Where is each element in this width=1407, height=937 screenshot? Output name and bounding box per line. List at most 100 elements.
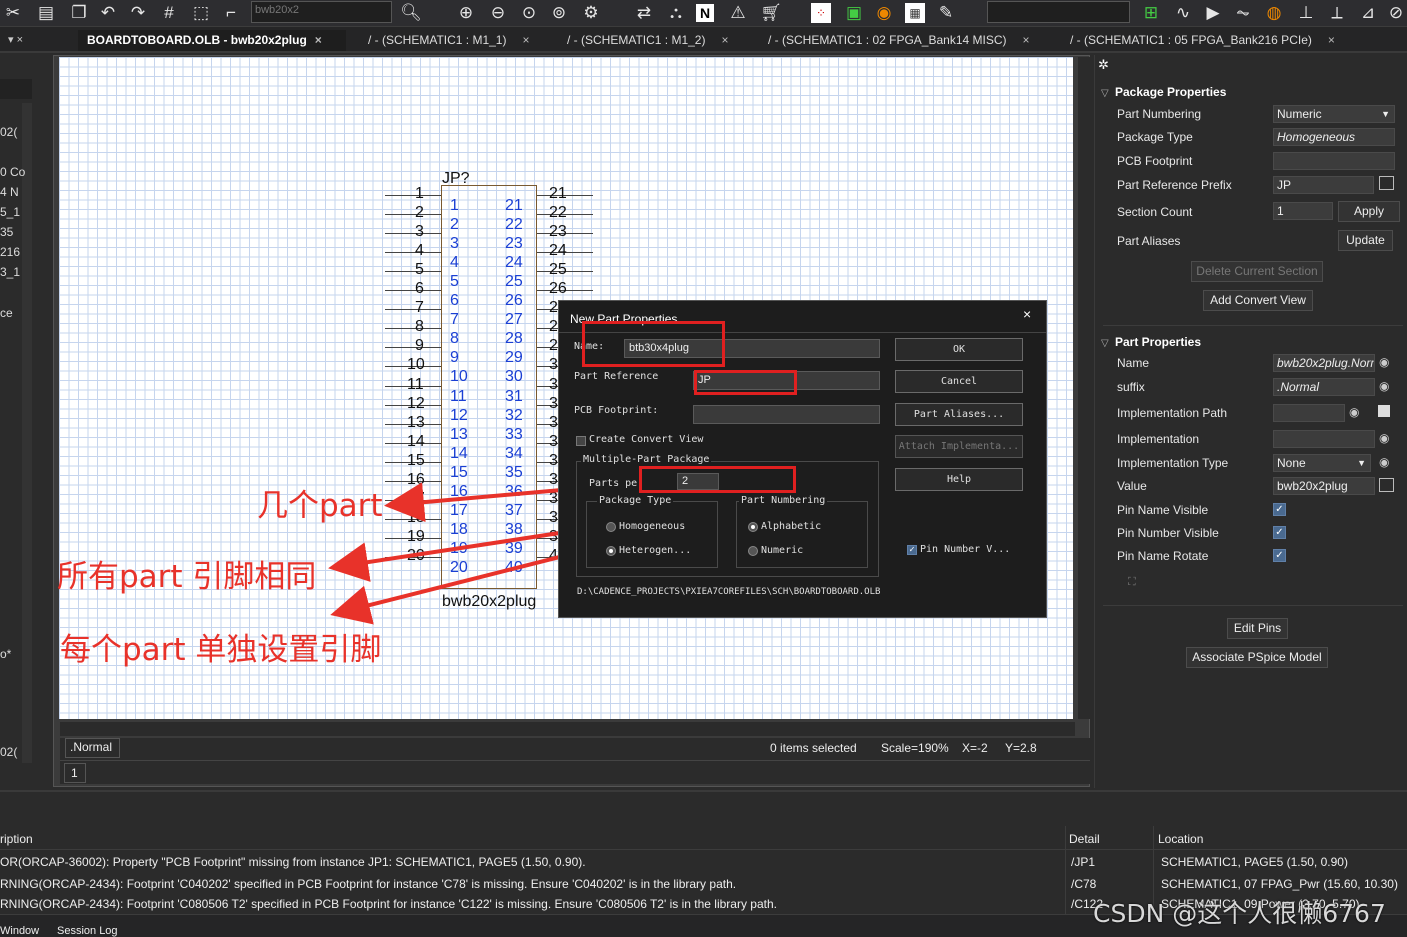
annotation-heterogeneous: 每个part 单独设置引脚 — [60, 632, 382, 668]
numeric-radio[interactable] — [748, 546, 758, 556]
package-type-group — [586, 501, 718, 568]
browse-icon[interactable] — [1379, 176, 1394, 190]
ok-button[interactable]: OK — [895, 338, 1023, 361]
part-numbering-select[interactable]: Numeric ▼ — [1273, 105, 1395, 123]
close-icon[interactable]: × — [1023, 306, 1031, 322]
page-bar: 1 — [60, 760, 1090, 784]
log-row-description[interactable]: RNING(ORCAP-2434): Footprint 'C080506 T2… — [0, 897, 777, 911]
delete-section-button[interactable]: Delete Current Section — [1191, 261, 1323, 282]
package-type-label: Package Type — [597, 495, 674, 506]
browse-icon[interactable] — [1379, 478, 1394, 492]
part-reference-label: Part Reference — [574, 371, 659, 382]
pin-name-rotate-checkbox[interactable]: ✓ — [1273, 549, 1286, 562]
highlight-name — [582, 321, 725, 367]
chevron-down-icon[interactable]: ▽ — [1101, 88, 1109, 99]
alphabetic-radio[interactable] — [748, 522, 758, 532]
pin-number-visible-checkbox[interactable]: ✓ — [907, 545, 917, 555]
ref-prefix-field[interactable]: JP — [1273, 176, 1374, 194]
y-readout: Y=2.8 — [1005, 741, 1037, 755]
annotation-parts-count: 几个part — [257, 488, 383, 524]
value-field[interactable]: bwb20x2plug — [1273, 477, 1375, 495]
part-aliases-button[interactable]: Part Aliases... — [895, 403, 1023, 426]
log-row-description[interactable]: OR(ORCAP-36002): Property "PCB Footprint… — [0, 855, 586, 869]
part-numbering-label: Part Numbering — [739, 495, 828, 506]
pin-name-visible-label: Pin Name Visible — [1117, 503, 1209, 517]
pcb-footprint-input[interactable] — [693, 405, 880, 424]
heterogeneous-label: Heterogen... — [619, 545, 692, 556]
part-properties-header: Part Properties — [1115, 335, 1202, 349]
log-row-location[interactable]: SCHEMATIC1, PAGE5 (1.50, 0.90) — [1161, 855, 1348, 869]
highlight-parts-per-pkg — [639, 466, 796, 493]
log-row-detail[interactable]: /C78 — [1071, 877, 1096, 891]
multiple-part-label: Multiple-Part Package — [581, 454, 712, 465]
tab-session-log[interactable]: Session Log — [57, 925, 118, 937]
highlight-part-reference — [694, 370, 797, 395]
eye-icon[interactable]: ◉ — [1379, 355, 1389, 369]
parts-per-pkg-label: Parts pe — [589, 478, 638, 489]
heterogeneous-radio[interactable] — [606, 546, 616, 556]
package-properties-header: Package Properties — [1115, 85, 1227, 99]
create-convert-view-checkbox[interactable] — [576, 436, 586, 446]
eye-icon[interactable]: ◉ — [1379, 455, 1389, 469]
package-type-label: Package Type — [1117, 130, 1193, 144]
impl-field[interactable] — [1273, 430, 1375, 448]
part-aliases-label: Part Aliases — [1117, 234, 1181, 248]
property-panel: ✲ ▽ Package Properties Part Numbering Nu… — [1094, 55, 1407, 788]
page-tab[interactable]: 1 — [64, 763, 86, 783]
create-convert-view-label: Create Convert View — [589, 434, 704, 445]
associate-pspice-button[interactable]: Associate PSpice Model — [1186, 647, 1328, 668]
impl-type-value: None — [1277, 456, 1306, 470]
expand-icon[interactable]: ⛶ — [1128, 576, 1136, 589]
watermark: CSDN @这个人很懒6767 — [1093, 899, 1386, 928]
apply-button[interactable]: Apply — [1338, 201, 1400, 222]
part-numbering-label: Part Numbering — [1117, 107, 1202, 121]
pcb-footprint-label: PCB Footprint: — [574, 405, 659, 416]
name-field[interactable]: bwb20x2plug.Norm — [1273, 354, 1375, 372]
pcb-footprint-label: PCB Footprint — [1117, 154, 1193, 168]
detail-header[interactable]: Detail — [1069, 832, 1100, 846]
impl-type-label: Implementation Type — [1117, 456, 1229, 470]
log-row-detail[interactable]: /JP1 — [1071, 855, 1095, 869]
divider — [1103, 605, 1403, 606]
pin-number-visible-label: Pin Number V... — [920, 544, 1011, 555]
suffix-field[interactable]: .Normal — [1273, 378, 1375, 396]
homogeneous-label: Homogeneous — [619, 521, 686, 532]
pin-number-visible-checkbox[interactable]: ✓ — [1273, 526, 1286, 539]
section-indicator[interactable]: .Normal — [65, 738, 120, 758]
tab-window[interactable]: Window — [0, 925, 39, 937]
pin-name-visible-checkbox[interactable]: ✓ — [1273, 503, 1286, 516]
pin-panel-icon[interactable]: ✲ — [1098, 57, 1109, 73]
log-row-location[interactable]: SCHEMATIC1, 07 FPAG_Pwr (15.60, 10.30) — [1161, 877, 1398, 891]
chevron-down-icon: ▼ — [1381, 109, 1390, 119]
eye-icon[interactable]: ◉ — [1379, 431, 1389, 445]
log-row-description[interactable]: RNING(ORCAP-2434): Footprint 'C040202' s… — [0, 877, 736, 891]
impl-path-field[interactable] — [1273, 404, 1345, 422]
location-header[interactable]: Location — [1158, 832, 1203, 846]
numeric-label: Numeric — [761, 545, 804, 556]
edit-pins-button[interactable]: Edit Pins — [1227, 618, 1288, 639]
suffix-label: suffix — [1117, 380, 1145, 394]
add-convert-view-button[interactable]: Add Convert View — [1203, 290, 1313, 311]
impl-path-label: Implementation Path — [1117, 406, 1228, 420]
attach-implementation-button[interactable]: Attach Implementa... — [895, 435, 1023, 458]
description-header[interactable]: ription — [0, 832, 33, 846]
pin-name-rotate-label: Pin Name Rotate — [1117, 549, 1209, 563]
homogeneous-radio[interactable] — [606, 522, 616, 532]
impl-label: Implementation — [1117, 432, 1200, 446]
eye-icon[interactable]: ◉ — [1349, 405, 1359, 419]
status-bar: .Normal 0 items selected Scale=190% X=-2… — [60, 738, 1090, 760]
update-button[interactable]: Update — [1338, 230, 1393, 251]
pcb-footprint-field[interactable] — [1273, 152, 1395, 170]
selection-count: 0 items selected — [770, 741, 857, 755]
section-count-field[interactable]: 1 — [1273, 202, 1333, 220]
package-type-field[interactable]: Homogeneous — [1273, 128, 1395, 146]
chevron-down-icon[interactable]: ▽ — [1101, 338, 1109, 349]
alphabetic-label: Alphabetic — [761, 521, 822, 532]
cancel-button[interactable]: Cancel — [895, 370, 1023, 393]
part-numbering-value: Numeric — [1277, 107, 1322, 121]
x-readout: X=-2 — [962, 741, 988, 755]
impl-type-select[interactable]: None ▼ — [1273, 454, 1371, 472]
help-button[interactable]: Help — [895, 468, 1023, 491]
eye-icon[interactable]: ◉ — [1379, 379, 1389, 393]
folder-icon[interactable] — [1378, 405, 1390, 417]
